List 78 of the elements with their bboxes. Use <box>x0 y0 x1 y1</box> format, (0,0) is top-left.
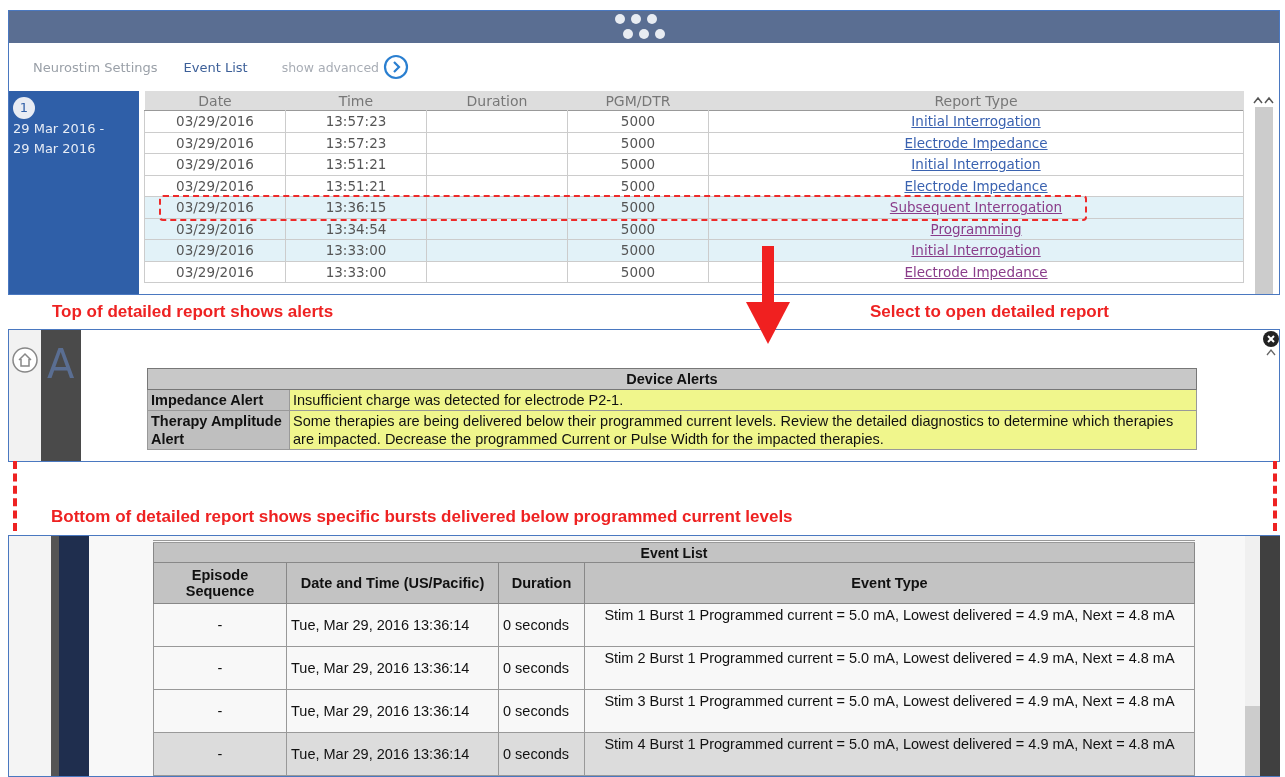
table-row[interactable]: 03/29/2016 13:51:21 5000 Initial Interrogation <box>144 153 1244 175</box>
table-cell: Stim 4 Burst 1 Programmed current = 5.0 mA, Lowest delivered = 4.9 mA, Next = 4.8 mA <box>584 732 1195 776</box>
table-cell: 0 seconds <box>498 603 585 647</box>
annotation-text: Top of detailed report shows alerts <box>52 302 334 322</box>
table-row[interactable]: - Tue, Mar 29, 2016 13:36:14 0 seconds Stim 3 Burst 1 Programmed current = 5.0 mA, Lowest delivered = 4.9 mA, Next = 4.8 mA <box>153 689 1195 733</box>
double-caret-up-icon <box>1253 95 1275 105</box>
column-header: PGM/DTR <box>567 91 709 111</box>
alert-label: Impedance Alert <box>147 389 290 411</box>
table-cell: Tue, Mar 29, 2016 13:36:14 <box>286 603 499 647</box>
table-cell: - <box>153 603 287 647</box>
column-header: Duration <box>426 91 568 111</box>
table-cell: 0 seconds <box>498 689 585 733</box>
table-cell: - <box>153 689 287 733</box>
table-cell: 03/29/2016 <box>144 175 286 197</box>
alert-message: Insufficient charge was detected for electrode P2-1. <box>289 389 1197 411</box>
table-cell: - <box>153 732 287 776</box>
alert-message: Some therapies are being delivered below their programmed current levels. Review the detailed diagnostics to determine which therapies are impacted. Decrease the programmed Current or Pulse Width for the impacted therapies. <box>289 410 1197 450</box>
table-cell: 13:33:00 <box>285 261 427 283</box>
count-badge: 1 <box>13 97 35 119</box>
annotation-text: Bottom of detailed report shows specific bursts delivered below programmed current levels <box>50 507 794 527</box>
column-header: Date and Time (US/Pacific) <box>286 562 499 604</box>
column-header: Event Type <box>584 562 1195 604</box>
table-row[interactable]: - Tue, Mar 29, 2016 13:36:14 0 seconds Stim 2 Burst 1 Programmed current = 5.0 mA, Lowest delivered = 4.9 mA, Next = 4.8 mA <box>153 646 1195 690</box>
table-cell: 5000 <box>567 261 709 283</box>
report-link[interactable]: Initial Interrogation <box>911 113 1041 130</box>
table-row[interactable]: 03/29/2016 13:51:21 5000 Electrode Impedance <box>144 175 1244 197</box>
home-icon <box>11 346 39 374</box>
table-cell: 5000 <box>567 175 709 197</box>
table-cell: Tue, Mar 29, 2016 13:36:14 <box>286 646 499 690</box>
table-title: Event List <box>153 541 1195 563</box>
column-header: Episode Sequence <box>153 562 287 604</box>
dashed-line <box>1273 461 1277 531</box>
column-header: Date <box>144 91 286 111</box>
table-cell: 13:57:23 <box>285 110 427 132</box>
table-cell: 5000 <box>567 110 709 132</box>
table-cell: 03/29/2016 <box>144 132 286 154</box>
column-header: Time <box>285 91 427 111</box>
table-cell: 13:36:15 <box>285 196 427 218</box>
tab[interactable]: Event List <box>183 59 248 75</box>
table-row[interactable]: 03/29/2016 13:34:54 5000 Programming <box>144 218 1244 240</box>
caret-up-icon <box>1266 348 1276 356</box>
table-cell: - <box>153 646 287 690</box>
table-cell: 5000 <box>567 132 709 154</box>
table-cell: 03/29/2016 <box>144 110 286 132</box>
table-row[interactable]: - Tue, Mar 29, 2016 13:36:14 0 seconds Stim 4 Burst 1 Programmed current = 5.0 mA, Lowest delivered = 4.9 mA, Next = 4.8 mA <box>153 732 1195 776</box>
table-cell: 13:51:21 <box>285 153 427 175</box>
table-title: Device Alerts <box>147 368 1197 390</box>
table-cell: 5000 <box>567 153 709 175</box>
table-row[interactable]: 03/29/2016 13:33:00 5000 Initial Interrogation <box>144 239 1244 261</box>
table-cell: 03/29/2016 <box>144 239 286 261</box>
report-link[interactable]: Programming <box>930 220 1022 237</box>
table-row[interactable]: - Tue, Mar 29, 2016 13:36:14 0 seconds Stim 1 Burst 1 Programmed current = 5.0 mA, Lowest delivered = 4.9 mA, Next = 4.8 mA <box>153 603 1195 647</box>
table-cell: Stim 3 Burst 1 Programmed current = 5.0 mA, Lowest delivered = 4.9 mA, Next = 4.8 mA <box>584 689 1195 733</box>
table-cell: Stim 2 Burst 1 Programmed current = 5.0 mA, Lowest delivered = 4.9 mA, Next = 4.8 mA <box>584 646 1195 690</box>
dashed-line <box>13 461 17 531</box>
table-cell: 03/29/2016 <box>144 153 286 175</box>
table-cell: Tue, Mar 29, 2016 13:36:14 <box>286 689 499 733</box>
table-cell: 0 seconds <box>498 732 585 776</box>
table-cell: 5000 <box>567 196 709 218</box>
report-link[interactable]: Initial Interrogation <box>911 156 1041 173</box>
table-row[interactable]: 03/29/2016 13:57:23 5000 Initial Interrogation <box>144 110 1244 132</box>
column-header: Duration <box>498 562 585 604</box>
report-link[interactable]: Initial Interrogation <box>911 242 1041 259</box>
table-cell: 03/29/2016 <box>144 261 286 283</box>
table-cell: Tue, Mar 29, 2016 13:36:14 <box>286 732 499 776</box>
alert-label: Therapy Amplitude Alert <box>147 410 290 450</box>
column-header: Report Type <box>708 91 1244 111</box>
table-row[interactable]: 03/29/2016 13:57:23 5000 Electrode Impedance <box>144 132 1244 154</box>
table-cell: 13:57:23 <box>285 132 427 154</box>
table-cell: 0 seconds <box>498 646 585 690</box>
annotation-text: Select to open detailed report <box>870 302 1109 322</box>
chevron-right-circle-icon <box>383 54 410 80</box>
scrollbar-thumb[interactable] <box>1255 107 1273 294</box>
page-title: A <box>47 344 75 384</box>
scrollbar[interactable] <box>1245 536 1260 776</box>
date-range: 29 Mar 2016 - 29 Mar 2016 <box>13 120 106 158</box>
table-cell: Stim 1 Burst 1 Programmed current = 5.0 mA, Lowest delivered = 4.9 mA, Next = 4.8 mA <box>584 603 1195 647</box>
scrollbar-thumb[interactable] <box>1245 706 1260 776</box>
